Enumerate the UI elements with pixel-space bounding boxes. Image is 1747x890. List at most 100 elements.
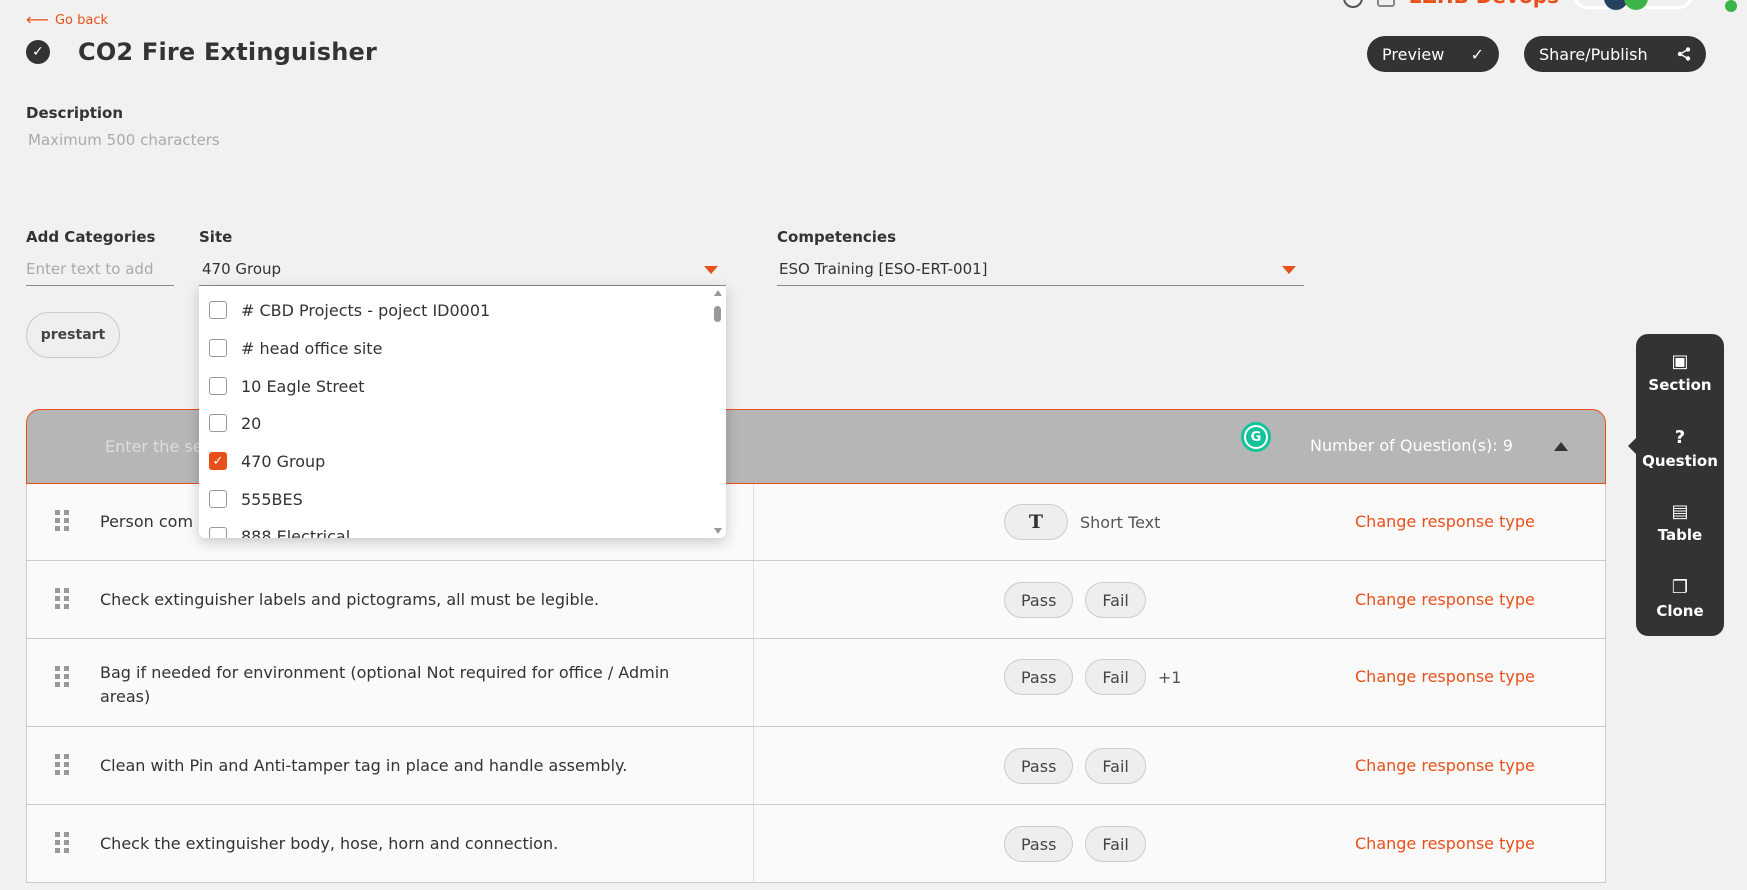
competencies-label: Competencies	[777, 228, 897, 246]
competencies-select[interactable]: ESO Training [ESO-ERT-001]	[777, 252, 1304, 286]
categories-label: Add Categories	[26, 228, 156, 246]
site-option[interactable]: 20	[209, 408, 261, 438]
org-name[interactable]: EZHB Devops	[1409, 0, 1559, 8]
response-options: Pass Fail	[1004, 826, 1146, 862]
change-response-type-link[interactable]: Change response type	[1355, 512, 1535, 531]
site-option[interactable]: # head office site	[209, 333, 382, 363]
dropdown-scrollbar[interactable]	[712, 288, 724, 536]
response-options: Pass Fail	[1004, 748, 1146, 784]
question-text[interactable]: Check extinguisher labels and pictograms…	[100, 588, 720, 612]
drag-handle-icon[interactable]	[55, 832, 69, 853]
drag-handle-icon[interactable]	[55, 754, 69, 775]
site-option-label: 10 Eagle Street	[241, 376, 365, 396]
avatar-group[interactable]	[1573, 0, 1693, 10]
scroll-up-icon[interactable]	[714, 290, 722, 296]
site-option-label: 888 Electrical	[241, 526, 351, 539]
checkbox[interactable]	[209, 377, 227, 395]
change-response-type-link[interactable]: Change response type	[1355, 756, 1535, 775]
site-option[interactable]: 555BES	[209, 484, 303, 514]
go-back-label: Go back	[54, 12, 108, 28]
question-text[interactable]: Clean with Pin and Anti-tamper tag in pl…	[100, 754, 720, 778]
site-select[interactable]: 470 Group	[199, 252, 726, 286]
clone-label: Clone	[1656, 602, 1704, 620]
tag-chip[interactable]: prestart	[26, 312, 120, 358]
response-type-label: Short Text	[1080, 512, 1161, 532]
drag-handle-icon[interactable]	[55, 666, 69, 687]
checkbox[interactable]	[209, 339, 227, 357]
checkbox[interactable]	[209, 490, 227, 508]
section-label: Section	[1648, 376, 1712, 394]
pass-chip: Pass	[1004, 826, 1074, 862]
caret-down-icon	[704, 266, 718, 274]
add-question-button[interactable]: ? Question	[1636, 427, 1724, 471]
site-option[interactable]: 10 Eagle Street	[209, 371, 365, 401]
checkbox[interactable]	[209, 527, 227, 538]
scroll-down-icon[interactable]	[714, 528, 722, 534]
checkbox-checked[interactable]: ✓	[209, 452, 227, 470]
question-row[interactable]: Check extinguisher labels and pictograms…	[26, 561, 1606, 639]
check-icon: ✓	[1470, 44, 1484, 64]
site-option-label: # head office site	[241, 338, 383, 358]
question-text[interactable]: Check the extinguisher body, hose, horn …	[100, 832, 720, 856]
grammarly-icon[interactable]: G	[1241, 422, 1271, 452]
preview-label: Preview	[1382, 44, 1445, 64]
response-options: Pass Fail +1	[1004, 659, 1181, 695]
check-circle-icon: ✓	[26, 40, 50, 64]
question-count: Number of Question(s): 9	[1310, 436, 1513, 455]
checkbox[interactable]	[209, 301, 227, 319]
question-text[interactable]: Bag if needed for environment (optional …	[100, 661, 720, 709]
question-row[interactable]: Check the extinguisher body, hose, horn …	[26, 805, 1606, 883]
add-section-button[interactable]: ▣ Section	[1636, 352, 1724, 395]
builder-toolbar: ▣ Section ? Question ▤ Table ❐ Clone	[1628, 334, 1724, 636]
site-dropdown-list[interactable]: # CBD Projects - poject ID0001 # head of…	[199, 286, 726, 538]
question-row[interactable]: Bag if needed for environment (optional …	[26, 639, 1606, 727]
change-response-type-link[interactable]: Change response type	[1355, 590, 1535, 609]
text-type-icon: T	[1004, 504, 1068, 540]
change-response-type-link[interactable]: Change response type	[1355, 667, 1535, 686]
response-options: T Short Text	[1004, 504, 1160, 540]
site-value: 470 Group	[202, 259, 282, 278]
add-table-button[interactable]: ▤ Table	[1636, 502, 1724, 545]
divider	[753, 727, 754, 804]
pass-chip: Pass	[1004, 659, 1074, 695]
go-back-link[interactable]: ⟵ Go back	[26, 12, 108, 28]
divider	[753, 639, 754, 726]
change-response-type-link[interactable]: Change response type	[1355, 834, 1535, 853]
preview-button[interactable]: Preview ✓	[1367, 36, 1499, 72]
info-icon[interactable]	[1342, 0, 1363, 8]
question-mark-icon: ?	[1674, 427, 1686, 448]
share-icon	[1677, 47, 1691, 61]
online-status-icon	[1725, 0, 1737, 12]
site-option[interactable]: 888 Electrical	[209, 521, 350, 538]
fail-chip: Fail	[1085, 748, 1146, 784]
drag-handle-icon[interactable]	[55, 510, 69, 531]
divider	[753, 484, 754, 560]
user-avatar[interactable]	[1707, 0, 1747, 12]
more-responses-count[interactable]: +1	[1158, 668, 1182, 687]
checkbox[interactable]	[209, 414, 227, 432]
clone-icon: ❐	[1671, 577, 1689, 598]
site-option[interactable]: ✓ 470 Group	[209, 446, 325, 476]
avatar	[1624, 0, 1648, 10]
question-row[interactable]: Clean with Pin and Anti-tamper tag in pl…	[26, 727, 1606, 805]
response-options: Pass Fail	[1004, 582, 1146, 618]
drag-handle-icon[interactable]	[55, 588, 69, 609]
page-title: CO2 Fire Extinguisher	[78, 38, 377, 66]
scroll-thumb[interactable]	[714, 306, 721, 322]
collapse-icon[interactable]	[1554, 442, 1568, 451]
clone-button[interactable]: ❐ Clone	[1636, 577, 1724, 621]
share-publish-button[interactable]: Share/Publish	[1524, 36, 1706, 72]
site-option[interactable]: # CBD Projects - poject ID0001	[209, 295, 490, 325]
table-label: Table	[1657, 526, 1703, 544]
site-option-label: 20	[241, 413, 262, 433]
toolbar-pointer	[1628, 438, 1636, 454]
categories-input[interactable]: Enter text to add	[26, 252, 174, 286]
pass-chip: Pass	[1004, 582, 1074, 618]
divider	[753, 561, 754, 638]
notification-bell-icon[interactable]	[1376, 0, 1395, 7]
arrow-left-icon: ⟵	[26, 10, 49, 29]
fail-chip: Fail	[1085, 582, 1146, 618]
description-input[interactable]: Maximum 500 characters	[28, 131, 220, 149]
section-title-input[interactable]: Enter the se	[105, 437, 203, 456]
top-right-bar: EZHB Devops	[1342, 0, 1747, 12]
